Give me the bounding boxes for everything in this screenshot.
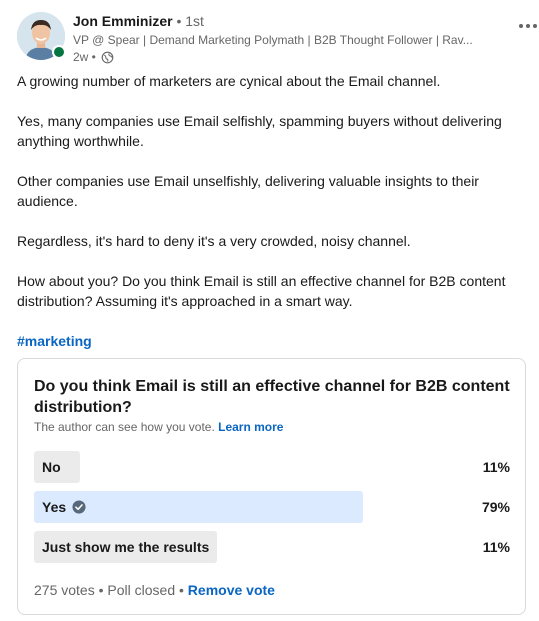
learn-more-link[interactable]: Learn more (218, 420, 283, 434)
more-options-button[interactable] (513, 16, 539, 36)
poll-question: Do you think Email is still an effective… (34, 378, 510, 416)
feed-post: Jon Emminizer • 1st VP @ Spear | Demand … (0, 0, 539, 621)
remove-vote-link[interactable]: Remove vote (188, 582, 275, 598)
author-name[interactable]: Jon Emminizer (73, 13, 173, 29)
post-paragraph: Other companies use Email unselfishly, d… (17, 173, 479, 209)
poll-option-percent: 11% (482, 459, 510, 475)
poll-vote-count: 275 votes (34, 582, 95, 598)
post-paragraph: Regardless, it's hard to deny it's a ver… (17, 233, 411, 249)
poll-option-text: Just show me the results (42, 539, 210, 555)
poll-note-text: The author can see how you vote. (34, 420, 215, 434)
poll-option-text: Yes (42, 499, 67, 515)
poll-option-text: No (42, 459, 61, 475)
author-headline: VP @ Spear | Demand Marketing Polymath |… (73, 33, 473, 47)
globe-icon (101, 51, 114, 63)
poll-option-percent: 11% (482, 539, 510, 555)
poll-footer: 275 votes • Poll closed • Remove vote (34, 581, 275, 599)
poll-option-no[interactable]: No 11% (34, 451, 510, 483)
hashtag-link[interactable]: #marketing (17, 331, 92, 351)
post-paragraph: Yes, many companies use Email selfishly,… (17, 113, 502, 149)
check-circle-icon (72, 500, 86, 514)
more-icon-dot (533, 24, 537, 28)
post-time-row: 2w • (73, 49, 493, 65)
author-meta: Jon Emminizer • 1st VP @ Spear | Demand … (73, 12, 493, 65)
post-body: A growing number of marketers are cynica… (17, 71, 522, 331)
post-paragraph: A growing number of marketers are cynica… (17, 73, 441, 89)
online-status-indicator (52, 45, 66, 59)
poll-card: Do you think Email is still an effective… (17, 358, 526, 615)
poll-option-yes[interactable]: Yes 79% (34, 491, 510, 523)
poll-option-label: Just show me the results (42, 531, 209, 563)
author-name-row: Jon Emminizer • 1st (73, 12, 493, 30)
poll-option-show-results[interactable]: Just show me the results 11% (34, 531, 510, 563)
post-paragraph: How about you? Do you think Email is sti… (17, 273, 506, 309)
post-header: Jon Emminizer • 1st VP @ Spear | Demand … (17, 12, 537, 65)
separator: • (179, 582, 188, 598)
author-avatar[interactable] (17, 12, 66, 60)
more-icon-dot (519, 24, 523, 28)
poll-option-label: No (42, 451, 61, 483)
post-time: 2w • (73, 50, 96, 64)
poll-option-label: Yes (42, 491, 86, 523)
poll-status: Poll closed (107, 582, 176, 598)
connection-degree: • 1st (176, 13, 204, 29)
more-icon-dot (526, 24, 530, 28)
poll-option-percent: 79% (481, 499, 510, 515)
poll-visibility-note: The author can see how you vote. Learn m… (34, 420, 283, 434)
